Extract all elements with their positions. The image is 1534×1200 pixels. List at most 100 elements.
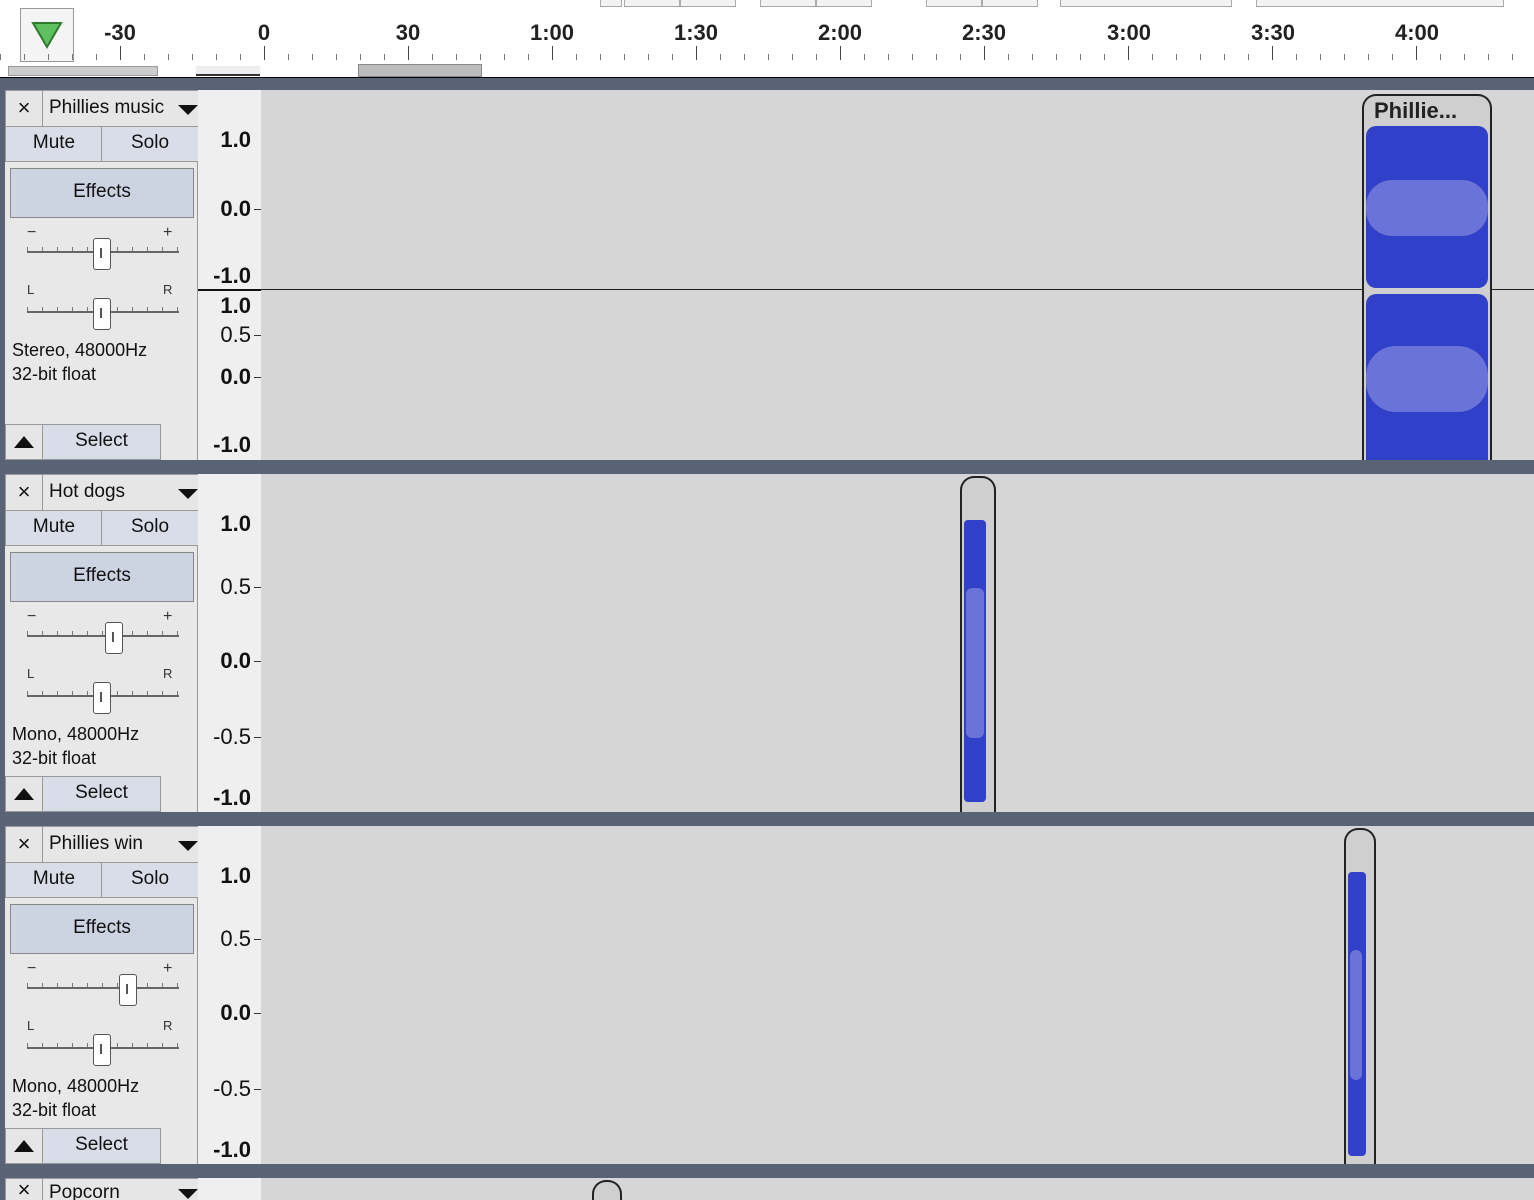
- effects-button[interactable]: Effects: [10, 552, 194, 602]
- ruler-minor-tick: [864, 54, 865, 60]
- track-control-panel: × Hot dogs Mute Solo Effects − + L R Mon…: [5, 474, 205, 812]
- scale-value: -1.0: [213, 432, 251, 457]
- ruler-major-tick: [120, 46, 121, 60]
- track-name-menu[interactable]: Phillies music: [42, 90, 205, 128]
- gain-slider-thumb[interactable]: [105, 622, 123, 654]
- track-name: Phillies music: [49, 97, 165, 118]
- collapse-track-button[interactable]: [5, 776, 43, 812]
- audio-clip[interactable]: [1344, 828, 1376, 1164]
- toolbar-edge: [982, 0, 1038, 7]
- gain-slider[interactable]: [27, 236, 179, 270]
- track-name: Hot dogs: [49, 481, 126, 502]
- collapse-track-button[interactable]: [5, 1128, 43, 1164]
- select-track-button[interactable]: Select: [42, 424, 161, 460]
- ruler-minor-tick: [240, 54, 241, 60]
- gain-slider-thumb[interactable]: [119, 974, 137, 1006]
- ruler-major-tick: [1128, 46, 1129, 60]
- toolbar-edge: [1060, 0, 1232, 7]
- mute-button[interactable]: Mute: [5, 510, 103, 546]
- solo-button[interactable]: Solo: [101, 510, 199, 546]
- track-name-menu[interactable]: Phillies win: [42, 826, 205, 864]
- mute-button[interactable]: Mute: [5, 862, 103, 898]
- toolbar-edge: [1256, 0, 1504, 7]
- pan-slider-thumb[interactable]: [93, 298, 111, 330]
- track-hot-dogs: × Hot dogs Mute Solo Effects − + L R Mon…: [5, 474, 1534, 812]
- track-control-panel: × Popcorn: [5, 1178, 205, 1200]
- track-control-panel: × Phillies music Mute Solo Effects − + L…: [5, 90, 205, 460]
- waveform-right-rms: [1366, 346, 1488, 412]
- track-name-menu[interactable]: Popcorn: [42, 1178, 205, 1200]
- toolbar-edge: [926, 0, 982, 7]
- track-waveform-area[interactable]: [261, 474, 1534, 812]
- track-phillies-win: × Phillies win Mute Solo Effects − + L R…: [5, 826, 1534, 1164]
- close-icon: ×: [17, 95, 31, 120]
- timeline-ruler[interactable]: -30 0 30 1:00 1:30 2:00 2:30 3:00 3:30 4…: [0, 0, 1534, 78]
- collapse-track-button[interactable]: [5, 424, 43, 460]
- ruler-minor-tick: [24, 54, 25, 60]
- effects-button[interactable]: Effects: [10, 168, 194, 218]
- pan-slider-thumb[interactable]: [93, 1034, 111, 1066]
- chevron-down-icon: [178, 841, 198, 851]
- ruler-label: 30: [395, 20, 421, 45]
- scale-value: -1.0: [213, 263, 251, 288]
- scale-value: 1.0: [220, 127, 251, 152]
- pan-left-label: L: [27, 282, 35, 297]
- audio-clip[interactable]: [592, 1180, 622, 1200]
- ruler-minor-tick: [1152, 54, 1153, 60]
- pan-slider[interactable]: [27, 1032, 179, 1066]
- scale-remnant: [196, 66, 260, 76]
- ruler-minor-tick: [720, 54, 721, 60]
- select-track-button[interactable]: Select: [42, 1128, 161, 1164]
- ruler-minor-tick: [144, 54, 145, 60]
- close-track-button[interactable]: ×: [5, 90, 43, 128]
- ruler-label: 1:30: [673, 20, 719, 45]
- ruler-minor-tick: [792, 54, 793, 60]
- effects-button[interactable]: Effects: [10, 904, 194, 954]
- scale-value: 0.0: [220, 196, 251, 221]
- ruler-minor-tick: [1008, 54, 1009, 60]
- close-icon: ×: [17, 479, 31, 504]
- close-track-button[interactable]: ×: [5, 1178, 43, 1200]
- track-name-menu[interactable]: Hot dogs: [42, 474, 205, 512]
- ruler-minor-tick: [384, 54, 385, 60]
- toolbar-edge: [680, 0, 736, 7]
- solo-button[interactable]: Solo: [101, 862, 199, 898]
- pan-slider[interactable]: [27, 296, 179, 330]
- track-format: Stereo, 48000Hz: [12, 340, 148, 360]
- track-waveform-area[interactable]: Phillie...: [261, 90, 1534, 460]
- close-track-button[interactable]: ×: [5, 826, 43, 864]
- ruler-major-tick: [984, 46, 985, 60]
- gain-slider[interactable]: [27, 972, 179, 1006]
- toolbar-edge: [600, 0, 622, 7]
- close-track-button[interactable]: ×: [5, 474, 43, 512]
- track-popcorn: × Popcorn: [5, 1178, 1534, 1200]
- amplitude-scale: 1.0 0.5 0.0 -0.5 -1.0: [198, 474, 262, 812]
- scale-value: -0.5: [213, 1076, 251, 1101]
- track-waveform-area[interactable]: [261, 1178, 1534, 1200]
- mute-button[interactable]: Mute: [5, 126, 103, 162]
- scroll-remnant: [8, 66, 158, 76]
- audio-clip[interactable]: Phillie...: [1362, 94, 1492, 460]
- gain-slider[interactable]: [27, 620, 179, 654]
- pan-slider[interactable]: [27, 680, 179, 714]
- pan-slider-thumb[interactable]: [93, 682, 111, 714]
- ruler-minor-tick: [1032, 54, 1033, 60]
- ruler-major-tick: [1272, 46, 1273, 60]
- scale-value: 1.0: [220, 511, 251, 536]
- chevron-down-icon: [178, 105, 198, 115]
- play-head-button[interactable]: [20, 8, 74, 62]
- track-bit-depth: 32-bit float: [12, 748, 97, 768]
- ruler-minor-tick: [1440, 54, 1441, 60]
- pan-right-label: R: [163, 666, 173, 681]
- scale-value: 0.0: [220, 364, 251, 389]
- ruler-minor-tick: [1464, 54, 1465, 60]
- ruler-label: 2:00: [817, 20, 863, 45]
- ruler-minor-tick: [816, 54, 817, 60]
- track-phillies-music: × Phillies music Mute Solo Effects − + L…: [5, 90, 1534, 460]
- ruler-minor-tick: [912, 54, 913, 60]
- select-track-button[interactable]: Select: [42, 776, 161, 812]
- audio-clip[interactable]: [960, 476, 996, 812]
- gain-slider-thumb[interactable]: [93, 238, 111, 270]
- solo-button[interactable]: Solo: [101, 126, 199, 162]
- track-waveform-area[interactable]: [261, 826, 1534, 1164]
